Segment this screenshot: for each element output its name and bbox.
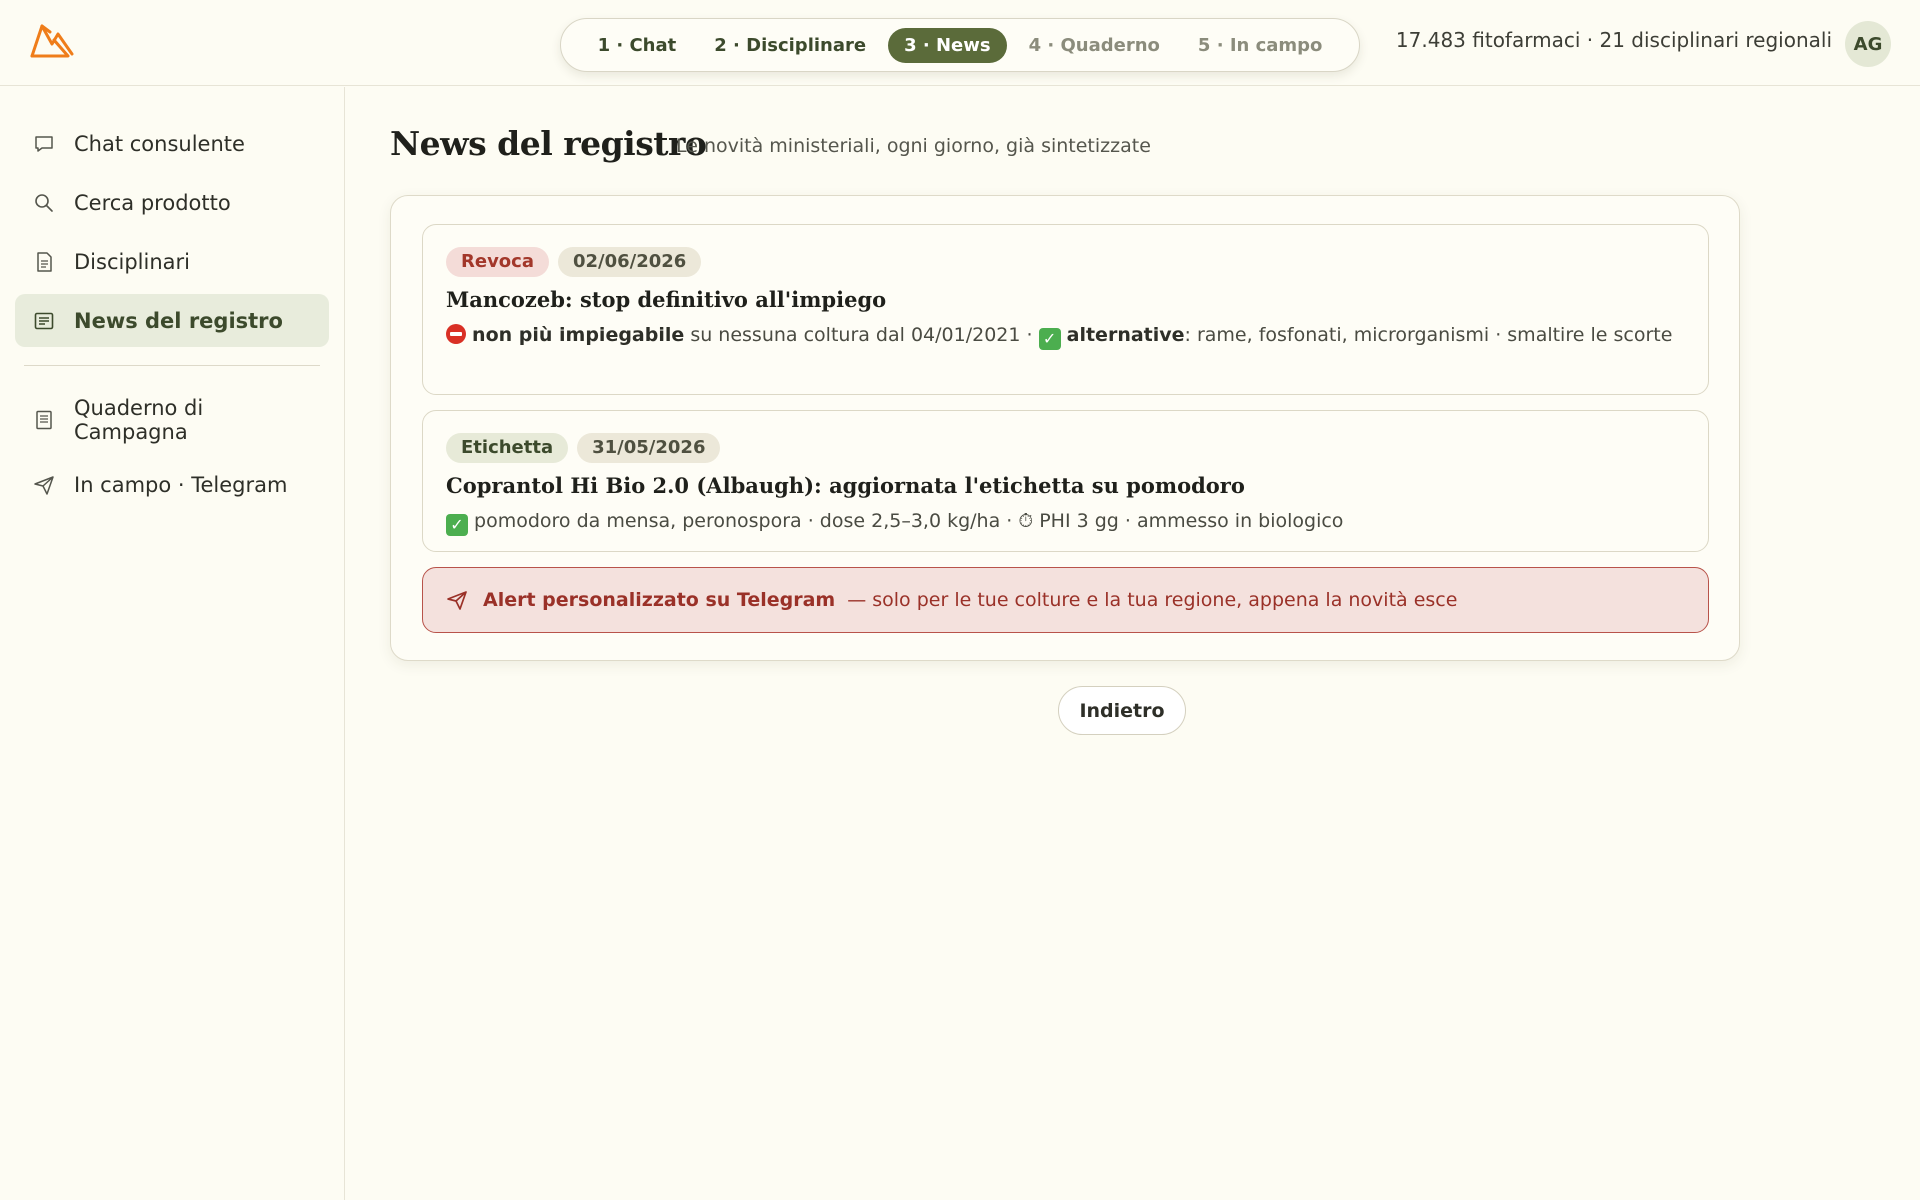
news-summary: ✓ pomodoro da mensa, peronospora · dose … [446,506,1685,536]
sidebar-item-label: Quaderno di Campagna [74,396,204,444]
tag-revoca-badge: Revoca [446,247,549,277]
news-text: pomodoro da mensa, peronospora · dose 2,… [468,510,1019,532]
search-icon [32,191,56,215]
sidebar-item-quaderno-di-campagna[interactable]: Quaderno di Campagna [15,388,329,452]
news-strong-text: non più impiegabile [472,324,685,346]
news-panel: Revoca 02/06/2026 Mancozeb: stop definit… [390,195,1740,661]
telegram-alert-banner[interactable]: Alert personalizzato su Telegram — solo … [422,567,1709,633]
step-navigator: 1 · Chat 2 · Disciplinare 3 · News 4 · Q… [560,18,1360,72]
timer-icon: ⏱ [1018,510,1034,532]
sidebar-item-label: News del registro [74,308,283,333]
news-text: : rame, fosfonati, microrganismi · smalt… [1184,324,1673,346]
news-title: Coprantol Hi Bio 2.0 (Albaugh): aggiorna… [446,473,1245,498]
sidebar-item-in-campo-telegram[interactable]: In campo · Telegram [15,458,329,511]
news-summary: non più impiegabile su nessuna coltura d… [446,320,1685,350]
sidebar-item-label: Chat consulente [74,131,245,156]
check-icon: ✓ [446,514,468,536]
step-chat[interactable]: 1 · Chat [582,28,693,63]
check-icon: ✓ [1038,328,1061,350]
newspaper-icon [32,309,56,333]
sidebar-item-label: Disciplinari [74,249,190,274]
news-card[interactable]: Etichetta 31/05/2026 Coprantol Hi Bio 2.… [422,410,1709,552]
chat-bubble-icon [32,132,56,156]
sidebar-item-chat-consulente[interactable]: Chat consulente [15,117,329,170]
step-in-campo[interactable]: 5 · In campo [1182,28,1339,63]
page-title: News del registro [390,124,707,163]
date-badge: 02/06/2026 [557,247,702,277]
tag-etichetta-badge: Etichetta [446,433,569,463]
date-badge: 31/05/2026 [577,433,721,463]
step-disciplinare[interactable]: 2 · Disciplinare [698,28,882,63]
notebook-icon [32,408,56,432]
sidebar-item-news-del-registro[interactable]: News del registro [15,294,329,347]
news-title: Mancozeb: stop definitivo all'impiego [446,287,887,312]
telegram-send-icon [445,588,469,612]
avatar[interactable]: AG [1845,21,1891,67]
stop-icon [446,324,466,344]
sidebar: Chat consulente Cerca prodotto Disciplin… [0,87,345,1200]
page-subtitle: Le novità ministeriali, ogni giorno, già… [676,135,1151,157]
news-strong-text: alternative [1066,324,1185,346]
news-text: PHI 3 gg · ammesso in biologico [1033,510,1344,532]
mountain-logo-icon[interactable] [28,20,76,60]
sidebar-divider [24,365,320,366]
news-card[interactable]: Revoca 02/06/2026 Mancozeb: stop definit… [422,224,1709,395]
sidebar-item-disciplinari[interactable]: Disciplinari [15,235,329,288]
sidebar-item-label: In campo · Telegram [74,472,288,497]
news-text: su nessuna coltura dal 04/01/2021 · [684,324,1039,346]
telegram-send-icon [32,473,56,497]
registry-stats: 17.483 fitofarmaci · 21 disciplinari reg… [1395,28,1832,52]
alert-title: Alert personalizzato su Telegram [483,589,836,611]
document-icon [32,250,56,274]
step-quaderno[interactable]: 4 · Quaderno [1013,28,1176,63]
sidebar-item-cerca-prodotto[interactable]: Cerca prodotto [15,176,329,229]
alert-text: — solo per le tue colture e la tua regio… [847,589,1458,611]
top-bar: 1 · Chat 2 · Disciplinare 3 · News 4 · Q… [0,0,1920,86]
sidebar-item-label: Cerca prodotto [74,190,231,215]
back-button[interactable]: Indietro [1058,686,1186,735]
step-news[interactable]: 3 · News [888,27,1007,63]
